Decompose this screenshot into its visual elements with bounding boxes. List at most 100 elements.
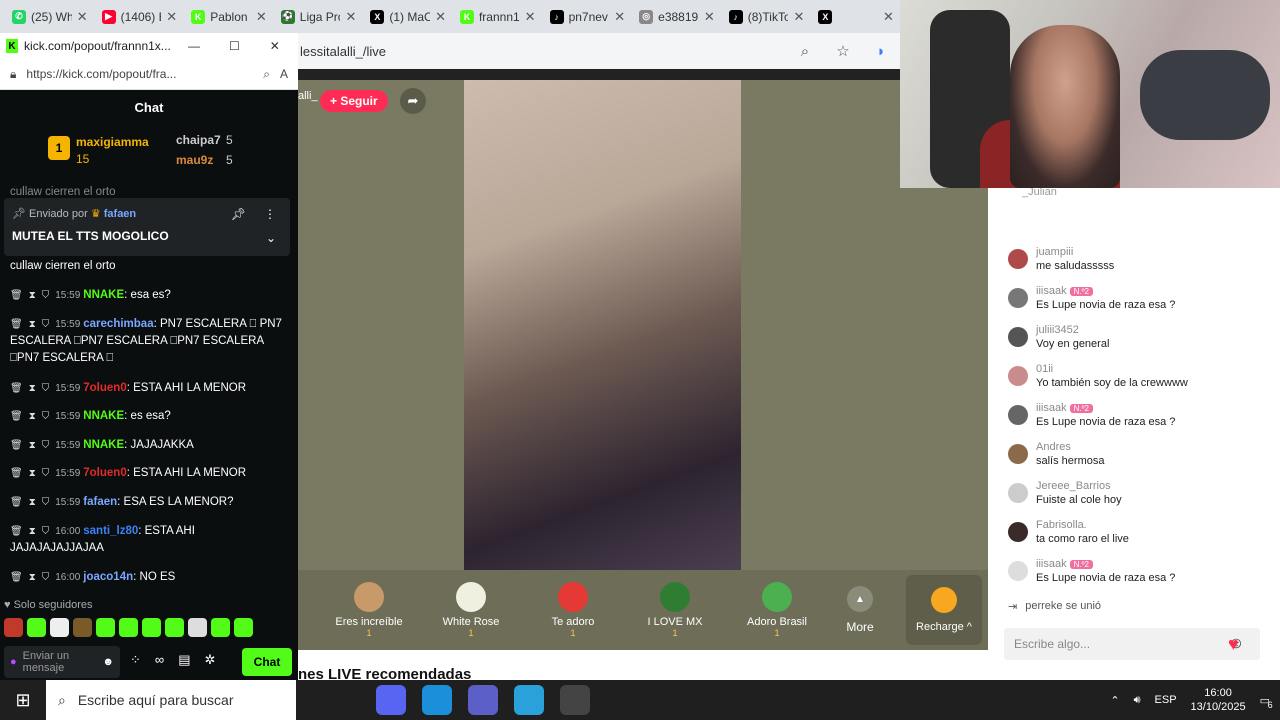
chat-username[interactable]: Jereee_Barrios <box>1036 480 1111 492</box>
delete-icon[interactable]: 🗑︎ <box>10 468 23 479</box>
zoom-icon[interactable]: ⌕ <box>786 43 824 60</box>
chevron-down-icon[interactable]: ⌄ <box>266 231 276 245</box>
timeout-icon[interactable]: ⧗ <box>29 526 36 537</box>
kick-chat-input[interactable]: ● Enviar un mensaje ☻ <box>4 646 120 678</box>
chat-username[interactable]: iiisaak <box>1036 558 1067 570</box>
emote-icon[interactable] <box>234 618 253 637</box>
gift-item[interactable]: Eres increíble 1 <box>318 582 420 638</box>
chat-username[interactable]: 7oluen0 <box>83 467 126 479</box>
timeout-icon[interactable]: ⧗ <box>29 383 36 394</box>
delete-icon[interactable]: 🗑︎ <box>10 383 23 394</box>
chat-username[interactable]: fafaen <box>83 496 117 508</box>
notifications-icon[interactable]: ▭ 6 <box>1260 694 1273 710</box>
pinned-by-user[interactable]: fafaen <box>104 208 136 220</box>
avatar[interactable] <box>1008 444 1028 464</box>
browser-tab[interactable]: ▶ (1406) E ✕ <box>96 3 184 31</box>
timeout-icon[interactable]: ⧗ <box>29 497 36 508</box>
emote-icon[interactable] <box>96 618 115 637</box>
close-tab-icon[interactable]: ✕ <box>166 9 177 25</box>
discord-icon[interactable] <box>376 685 406 715</box>
browser-tab[interactable]: X (1) MaC ✕ <box>364 3 452 31</box>
edge-icon[interactable] <box>422 685 452 715</box>
chat-username[interactable]: iiisaak <box>1036 402 1067 414</box>
avatar[interactable] <box>1008 288 1028 308</box>
chat-username[interactable]: Fabrisolla. <box>1036 519 1087 531</box>
browser-tab[interactable]: K Pablon ✕ <box>185 3 273 31</box>
users-icon[interactable]: ⁘ <box>130 652 141 668</box>
clock[interactable]: 16:00 13/10/2025 <box>1191 686 1246 714</box>
shield-icon[interactable]: ⛉ <box>42 383 50 394</box>
browser-tab[interactable]: ⚽ Liga Pro ✕ <box>275 3 363 31</box>
delete-icon[interactable]: 🗑︎ <box>10 572 23 583</box>
emote-icon[interactable] <box>27 618 46 637</box>
volume-icon[interactable]: 🔊︎ <box>1134 694 1141 707</box>
timeout-icon[interactable]: ⧗ <box>29 572 36 583</box>
close-tab-icon[interactable]: ✕ <box>256 9 267 25</box>
emote-icon[interactable] <box>50 618 69 637</box>
obs-icon[interactable] <box>560 685 590 715</box>
top-gifter-3-name[interactable]: mau9z <box>176 153 213 167</box>
maximize-icon[interactable]: ☐ <box>217 39 251 53</box>
zoom-icon[interactable]: ⌕ <box>263 67 270 82</box>
streamer-name[interactable]: alli_ <box>298 90 318 102</box>
heart-icon[interactable]: ♥ <box>1228 634 1248 654</box>
emote-icon[interactable] <box>188 618 207 637</box>
timeout-icon[interactable]: ⧗ <box>29 411 36 422</box>
live-video[interactable] <box>464 80 741 570</box>
delete-icon[interactable]: 🗑︎ <box>10 290 23 301</box>
timeout-icon[interactable]: ⧗ <box>29 440 36 451</box>
microphone-icon[interactable]: ● <box>10 656 17 668</box>
chat-username[interactable]: joaco14n <box>83 571 133 583</box>
emote-icon[interactable] <box>142 618 161 637</box>
browser-tab[interactable]: X ✕ <box>812 3 900 31</box>
delete-icon[interactable]: 🗑︎ <box>10 440 23 451</box>
read-aloud-icon[interactable]: A <box>280 67 288 81</box>
timeout-icon[interactable]: ⧗ <box>29 468 36 479</box>
emote-icon[interactable] <box>165 618 184 637</box>
avatar[interactable] <box>1008 522 1028 542</box>
avatar[interactable] <box>1008 405 1028 425</box>
avatar[interactable] <box>1008 366 1028 386</box>
timeout-icon[interactable]: ⧗ <box>29 290 36 301</box>
share-icon[interactable]: ➦ <box>400 88 426 114</box>
chat-username[interactable]: iiisaak <box>1036 285 1067 297</box>
send-chat-button[interactable]: Chat <box>242 648 292 676</box>
close-tab-icon[interactable]: ✕ <box>614 9 625 25</box>
follow-button[interactable]: + Seguir <box>320 90 388 112</box>
close-tab-icon[interactable]: ✕ <box>704 9 715 25</box>
infinity-icon[interactable]: ∞ <box>155 652 164 668</box>
browser-tab[interactable]: ◎ e38819 ✕ <box>633 3 721 31</box>
minimize-icon[interactable]: — <box>177 39 211 53</box>
delete-icon[interactable]: 🗑︎ <box>10 497 23 508</box>
emoji-icon[interactable]: ☻ <box>102 656 114 668</box>
close-tab-icon[interactable]: ✕ <box>793 9 804 25</box>
chevron-up-icon[interactable]: ⌃ <box>1110 694 1119 707</box>
gift-item[interactable]: Adoro Brasil 1 <box>726 582 828 638</box>
chat-username[interactable]: 01ii <box>1036 363 1053 375</box>
shield-icon[interactable]: ⛉ <box>42 497 50 508</box>
close-tab-icon[interactable]: ✕ <box>435 9 446 25</box>
chat-username[interactable]: carechimbaa <box>83 318 153 330</box>
shield-icon[interactable]: ⛉ <box>42 319 50 330</box>
tiktok-chat-input[interactable]: Escribe algo... ☺ <box>1004 628 1260 660</box>
delete-icon[interactable]: 🗑︎ <box>10 526 23 537</box>
chat-username[interactable]: juliii3452 <box>1036 324 1079 336</box>
browser-tab[interactable]: Kfrannn1 ✕ <box>454 3 542 31</box>
emote-bar[interactable] <box>4 618 294 638</box>
shield-icon[interactable]: ⛉ <box>42 290 50 301</box>
teams-icon[interactable] <box>468 685 498 715</box>
chat-username[interactable]: 7oluen0 <box>83 382 126 394</box>
taskbar-search[interactable]: ⌕ Escribe aquí para buscar <box>46 680 296 720</box>
browser-tab[interactable]: ♪ pn7nev ✕ <box>544 3 632 31</box>
more-gifts-button[interactable]: ▲ More <box>828 586 892 634</box>
chat-username[interactable]: Andres <box>1036 441 1071 453</box>
close-tab-icon[interactable]: ✕ <box>345 9 356 25</box>
shield-icon[interactable]: ⛉ <box>42 440 50 451</box>
copilot-icon[interactable]: ◗ <box>862 43 900 60</box>
pinned-message[interactable]: 📌︎ Enviado por ♛ fafaen 📌︎ ⋮ MUTEA EL TT… <box>4 198 290 256</box>
main-address-bar[interactable]: lessitalalli_/live ⌕ ☆ ◗ <box>298 33 900 69</box>
emote-icon[interactable] <box>4 618 23 637</box>
emote-icon[interactable] <box>211 618 230 637</box>
language-indicator[interactable]: ESP <box>1155 694 1177 706</box>
delete-icon[interactable]: 🗑︎ <box>10 319 23 330</box>
